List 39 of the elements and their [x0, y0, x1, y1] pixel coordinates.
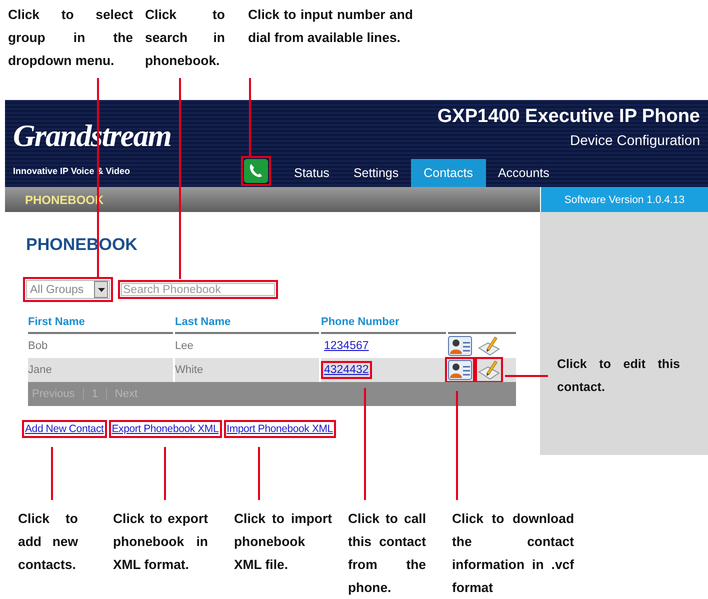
- product-title: GXP1400 Executive IP Phone: [437, 106, 700, 128]
- callout-text: Click to import phonebook XML file.: [234, 510, 332, 574]
- column-header: Last Name: [175, 312, 319, 334]
- leader-line: [51, 447, 53, 500]
- phone-link[interactable]: 1234567: [321, 337, 372, 355]
- column-header: First Name: [28, 312, 173, 334]
- nav-tab[interactable]: Accounts: [486, 159, 562, 187]
- column-header: Phone Number: [321, 312, 446, 334]
- action-link[interactable]: Add New Contact: [25, 423, 104, 435]
- dropdown-arrow-icon: [98, 288, 104, 292]
- table-cell-text: Bob: [28, 339, 49, 354]
- nav-tab[interactable]: Status: [282, 159, 342, 187]
- page-subtitle: Device Configuration: [570, 132, 700, 148]
- callout-text: Click to export phonebook in XML format.: [113, 510, 208, 574]
- leader-line: [505, 375, 548, 377]
- leader-line: [164, 447, 166, 500]
- callout-text: Click to add new contacts.: [18, 510, 78, 574]
- callout-text: Click to call this contact from the phone.: [348, 510, 426, 597]
- nav-tab[interactable]: Settings: [341, 159, 411, 187]
- table-cell-text: Lee: [175, 339, 194, 354]
- leader-line: [258, 447, 260, 500]
- contact-card-icon[interactable]: [448, 336, 472, 356]
- callout-text: Click to download the contact information in .vcf format: [452, 510, 574, 597]
- table-cell: White: [175, 358, 319, 382]
- contact-card-icon[interactable]: [448, 360, 472, 380]
- callout-text: Click to select group in the dropdown menu.: [8, 6, 133, 70]
- group-dropdown[interactable]: All Groups: [26, 280, 110, 299]
- search-field[interactable]: Search Phonebook: [118, 280, 278, 299]
- phone-link[interactable]: 4324432: [321, 361, 372, 379]
- software-version: Software Version 1.0.4.13: [564, 194, 685, 206]
- edit-icon[interactable]: [478, 360, 500, 380]
- phone-icon[interactable]: [244, 159, 268, 183]
- callout-text: Click to edit this contact.: [557, 356, 680, 396]
- edit-icon[interactable]: [478, 336, 500, 356]
- action-link[interactable]: Import Phonebook XML: [226, 423, 333, 435]
- action-link[interactable]: Export Phonebook XML: [112, 423, 219, 435]
- table-cell: Jane: [28, 358, 173, 382]
- callout-text: Click to search in phonebook.: [145, 6, 225, 70]
- callout-text: Click to input number and dial from available lines.: [248, 6, 413, 47]
